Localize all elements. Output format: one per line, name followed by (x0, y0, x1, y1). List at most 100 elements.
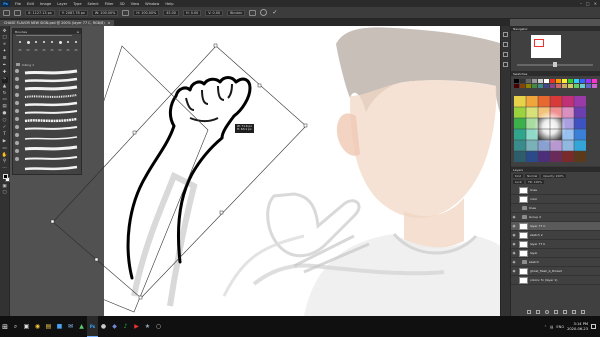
brush-tip-icon[interactable] (15, 69, 19, 73)
swatch[interactable] (532, 79, 537, 83)
color-wheel-swatches[interactable] (514, 96, 586, 162)
layer-mask-icon[interactable] (545, 310, 549, 314)
paths-panel-icon[interactable] (503, 62, 508, 67)
brush-preset[interactable] (72, 38, 80, 46)
taskbar-app-drive-icon[interactable]: ▲ (76, 316, 87, 337)
brush-preset[interactable] (40, 38, 48, 46)
swatch[interactable] (574, 84, 579, 88)
brush-preset[interactable] (48, 38, 56, 46)
visibility-icon[interactable]: ◉ (511, 224, 517, 228)
layer-row[interactable]: ◉ layer (511, 249, 600, 258)
visibility-icon[interactable]: ◉ (511, 269, 517, 273)
visibility-icon[interactable]: ◉ (511, 251, 517, 255)
swatch[interactable] (562, 84, 567, 88)
swatch[interactable] (520, 84, 525, 88)
fill-field[interactable]: Fill: 100% (526, 179, 544, 184)
quick-mask-icon[interactable]: ▣ (2, 184, 8, 190)
menu-3d[interactable]: 3D (117, 2, 128, 6)
brush-size-slider[interactable] (16, 35, 72, 36)
visibility-icon[interactable]: ◉ (511, 242, 517, 246)
close-window-button[interactable]: ✕ (594, 1, 597, 6)
taskbar-app-chrome-icon[interactable]: ◉ (32, 316, 43, 337)
transform-handle-left[interactable] (50, 219, 55, 224)
photoshop-logo-icon[interactable]: Ps (1, 0, 10, 7)
crop-tool-icon[interactable]: ⊞ (2, 57, 8, 63)
cancel-transform-icon[interactable] (260, 9, 268, 16)
taskbar-app-search-icon[interactable]: ⌕ (10, 316, 21, 337)
brush-tip-icon[interactable] (15, 109, 19, 113)
more-tools-icon[interactable]: ⋯ (2, 167, 8, 173)
x-field[interactable]: X: 1127.13 px (25, 9, 55, 16)
transform-handle-left-top[interactable] (132, 130, 137, 135)
history-panel-icon[interactable] (503, 32, 508, 37)
layer-row[interactable]: ◉ layer 77 b (511, 240, 600, 249)
swatch[interactable] (550, 84, 555, 88)
swatch[interactable] (592, 84, 597, 88)
swatch[interactable] (586, 79, 591, 83)
magic-wand-tool-icon[interactable]: ✦ (2, 50, 8, 56)
foreground-color-swatch[interactable] (2, 173, 8, 179)
healing-tool-icon[interactable]: ✚ (2, 70, 8, 76)
brush-folder[interactable]: Inking 1 (16, 62, 80, 67)
menu-filter[interactable]: Filter (102, 2, 117, 6)
taskbar-app-youtube-icon[interactable]: ▶ (131, 316, 142, 337)
type-tool-icon[interactable]: T (2, 132, 8, 138)
swatch[interactable] (514, 79, 519, 83)
brush-tip-icon[interactable] (15, 77, 19, 81)
taskbar-app-circle-icon[interactable]: ○ (153, 316, 164, 337)
close-document-icon[interactable]: × (108, 21, 111, 25)
layer-row[interactable]: color (511, 195, 600, 204)
swatch[interactable] (544, 79, 549, 83)
swatch[interactable] (568, 79, 573, 83)
pen-tool-icon[interactable]: ✓ (2, 125, 8, 131)
visibility-icon[interactable]: ◉ (511, 233, 517, 237)
brush-tip-icon[interactable] (15, 125, 19, 129)
clone-stamp-tool-icon[interactable]: ▲ (2, 84, 8, 90)
swatch[interactable] (556, 84, 561, 88)
group-row[interactable]: ◉ Group 2 (511, 213, 600, 222)
menu-file[interactable]: File (12, 2, 24, 6)
menu-image[interactable]: Image (37, 2, 54, 6)
swatch[interactable] (568, 84, 573, 88)
brush-tip-icon[interactable] (15, 133, 19, 137)
layer-row[interactable]: lines (511, 186, 600, 195)
panel-menu-icon[interactable]: ≡ (76, 30, 79, 34)
taskbar-app-steam-icon[interactable]: ★ (142, 316, 153, 337)
layer-style-icon[interactable] (536, 310, 540, 314)
opacity-field[interactable]: Opacity: 100% (541, 173, 566, 178)
link-layers-icon[interactable] (527, 310, 531, 314)
transform-handle-left-bottom[interactable] (94, 257, 99, 262)
reference-point-icon[interactable] (14, 9, 21, 16)
delete-layer-icon[interactable] (581, 310, 585, 314)
move-tool-icon[interactable]: ✥ (2, 29, 8, 35)
v-skew-field[interactable]: V: 0.00 (205, 9, 224, 16)
h-skew-field[interactable]: H: 0.00 (182, 9, 202, 16)
eraser-tool-icon[interactable]: ▭ (2, 98, 8, 104)
swatch[interactable] (538, 79, 543, 83)
dodge-tool-icon[interactable]: ○ (2, 119, 8, 125)
menu-type[interactable]: Type (70, 2, 84, 6)
swatch[interactable] (592, 79, 597, 83)
taskbar-app-taskview-icon[interactable]: ▣ (21, 316, 32, 337)
menu-help[interactable]: Help (162, 2, 176, 6)
transform-handle-right-top[interactable] (257, 83, 262, 88)
layer-row-selected[interactable]: ◉ layer 77 C (511, 222, 600, 231)
clock[interactable]: 3:14 PM 2020-06-23 (567, 322, 588, 331)
warp-icon[interactable] (249, 9, 257, 16)
shape-tool-icon[interactable]: ▭ (2, 146, 8, 152)
interpolation-select[interactable]: Bicubic (227, 9, 246, 16)
swatch[interactable] (526, 84, 531, 88)
tray-expand-icon[interactable]: ⌃ (544, 325, 547, 329)
lasso-tool-icon[interactable]: ∞ (2, 43, 8, 49)
taskbar-app-discord-icon[interactable]: ◆ (109, 316, 120, 337)
transform-handle-right[interactable] (303, 123, 308, 128)
new-group-icon[interactable] (563, 310, 567, 314)
taskbar-app-photoshop-icon[interactable]: Ps (87, 316, 98, 337)
screen-mode-icon[interactable]: ▢ (2, 191, 8, 197)
brush-tip-icon[interactable] (15, 101, 19, 105)
group-row[interactable]: ◉ sketch (511, 258, 600, 267)
menu-window[interactable]: Window (142, 2, 162, 6)
group-row[interactable]: lines (511, 204, 600, 213)
taskbar-app-explorer-icon[interactable]: ▤ (43, 316, 54, 337)
swatch[interactable] (562, 79, 567, 83)
